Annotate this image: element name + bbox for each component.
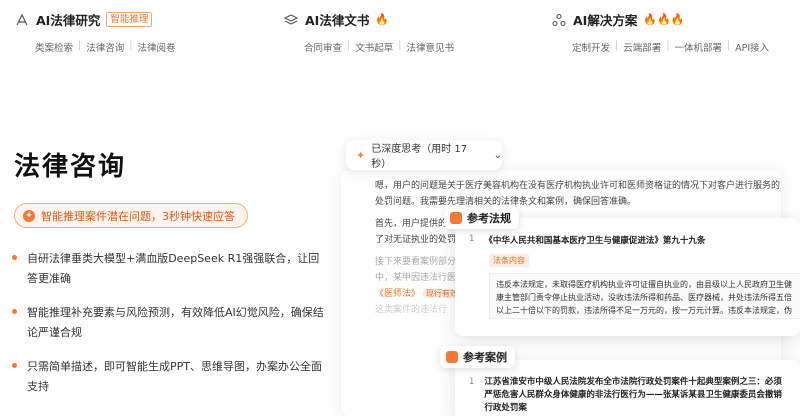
nav-link-legal-consult[interactable]: 法律咨询 — [86, 40, 124, 54]
feature-text: 只需简单描述，即可智能生成PPT、思维导图，办案办公全面支持 — [27, 360, 322, 393]
nav-title-legal-docs[interactable]: AI法律文书 🔥 — [283, 10, 454, 29]
nav-link-case-search[interactable]: 类案检索 — [35, 40, 73, 54]
layers-icon — [283, 12, 299, 28]
feature-item: 智能推理补充要素与风险预测，有效降低AI幻觉风险，确保结论严谨合规 — [12, 303, 327, 343]
law-section-icon — [450, 212, 462, 224]
case-section-icon — [446, 351, 458, 363]
nav-col-legal-research: AI法律研究 智能推理 类案检索 | 法律咨询 | 法律阅卷 — [14, 10, 175, 54]
bulb-icon: ✦ — [23, 209, 35, 222]
chevron-down-icon: ⌄ — [493, 149, 502, 161]
feature-list: 自研法律垂类大模型+满血版DeepSeek R1强强联合，让回答更准确 智能推理… — [12, 249, 327, 411]
nav-title-ai-solutions[interactable]: AI解决方案 🔥🔥🔥 — [551, 10, 769, 29]
law-item[interactable]: 1 《中华人民共和国基本医疗卫生与健康促进法》第九十九条 — [469, 234, 790, 246]
law-index: 1 — [469, 234, 475, 244]
reference-case-card: 1 江苏省淮安市中级人民法院发布全市法院行政处罚案件十起典型案例之三：必须严惩危… — [455, 360, 800, 416]
answer-paragraph: 嗯，用户的问题是关于医疗美容机构在没有医疗机构执业许可和医师资格证的情况下对客户… — [375, 181, 781, 207]
nav-link-contract-review[interactable]: 合同审查 — [304, 40, 342, 54]
case-index: 1 — [469, 377, 475, 387]
nav-title-label: AI解决方案 — [573, 13, 638, 28]
section-title: 参考案例 — [463, 351, 507, 364]
nav-title-label: AI法律文书 — [305, 13, 370, 28]
bullet-dot — [12, 363, 17, 368]
nav-title-legal-research[interactable]: AI法律研究 智能推理 — [14, 10, 175, 29]
top-nav: AI法律研究 智能推理 类案检索 | 法律咨询 | 法律阅卷 AI法律文书 🔥 合同… — [0, 0, 800, 64]
case-name: 江苏省淮安市中级人民法院发布全市法院行政处罚案件十起典型案例之三：必须严惩危害人… — [484, 377, 782, 413]
page-title: 法律咨询 — [14, 152, 127, 182]
nav-links: 定制开发 | 云端部署 | 一体机部署 | API接入 — [572, 40, 770, 54]
law-content-tag: 法条内容 — [489, 254, 529, 267]
law-name: 《中华人民共和国基本医疗卫生与健康促进法》第九十九条 — [484, 236, 706, 246]
feature-item: 自研法律垂类大模型+满血版DeepSeek R1强强联合，让回答更准确 — [12, 249, 327, 289]
scale-icon — [14, 12, 30, 28]
nav-col-legal-docs: AI法律文书 🔥 合同审查 | 文书起草 | 法律意见书 — [283, 10, 454, 54]
section-title: 参考法规 — [467, 212, 511, 225]
reference-law-card: 1 《中华人民共和国基本医疗卫生与健康促进法》第九十九条 法条内容 违反本法规定… — [455, 218, 800, 336]
bullet-dot — [12, 255, 17, 260]
nav-col-ai-solutions: AI解决方案 🔥🔥🔥 定制开发 | 云端部署 | 一体机部署 | API接入 — [551, 10, 769, 54]
nav-link-case-review[interactable]: 法律阅卷 — [137, 40, 175, 54]
feature-text: 自研法律垂类大模型+满血版DeepSeek R1强强联合，让回答更准确 — [27, 252, 320, 285]
nav-title-label: AI法律研究 — [36, 13, 101, 28]
smart-reasoning-tag: 智能推理 — [106, 12, 153, 27]
solutions-icon — [551, 12, 567, 28]
nav-links: 类案检索 | 法律咨询 | 法律阅卷 — [35, 40, 176, 54]
nav-link-doc-drafting[interactable]: 文书起草 — [355, 40, 393, 54]
nav-link-appliance-deploy[interactable]: 一体机部署 — [674, 40, 722, 54]
feature-text: 智能推理补充要素与风险预测，有效降低AI幻觉风险，确保结论严谨合规 — [27, 306, 324, 339]
law-text: 违反本法规定，未取得医疗机构执业许可证擅自执业的，由县级以上人民政府卫生健康主管… — [489, 273, 800, 319]
fire-icon: 🔥 — [375, 13, 390, 26]
nav-links: 合同审查 | 文书起草 | 法律意见书 — [304, 40, 454, 54]
reference-law-header: 参考法规 — [444, 207, 519, 229]
nav-link-custom-dev[interactable]: 定制开发 — [572, 40, 610, 54]
feature-item: 只需简单描述，即可智能生成PPT、思维导图，办案办公全面支持 — [12, 357, 327, 397]
bullet-dot — [12, 309, 17, 314]
sparkle-icon: ✦ — [356, 148, 366, 162]
nav-link-api-access[interactable]: API接入 — [735, 40, 769, 54]
fire-icons: 🔥🔥🔥 — [643, 13, 685, 26]
hero-badge-label: 智能推理案件潜在问题，3秒钟快速应答 — [41, 209, 235, 223]
deep-thinking-toggle[interactable]: ✦ 已深度思考（用时 17 秒） ⌄ — [346, 140, 502, 170]
deep-thinking-label: 已深度思考（用时 17 秒） — [371, 144, 468, 170]
case-item[interactable]: 1 江苏省淮安市中级人民法院发布全市法院行政处罚案件十起典型案例之三：必须严惩危… — [469, 376, 790, 415]
reference-case-header: 参考案例 — [440, 346, 515, 368]
inline-law-ref[interactable]: 《医师法》 — [375, 289, 420, 299]
nav-link-cloud-deploy[interactable]: 云端部署 — [623, 40, 661, 54]
hero-badge: ✦ 智能推理案件潜在问题，3秒钟快速应答 — [14, 203, 248, 228]
nav-link-legal-opinion[interactable]: 法律意见书 — [406, 40, 454, 54]
